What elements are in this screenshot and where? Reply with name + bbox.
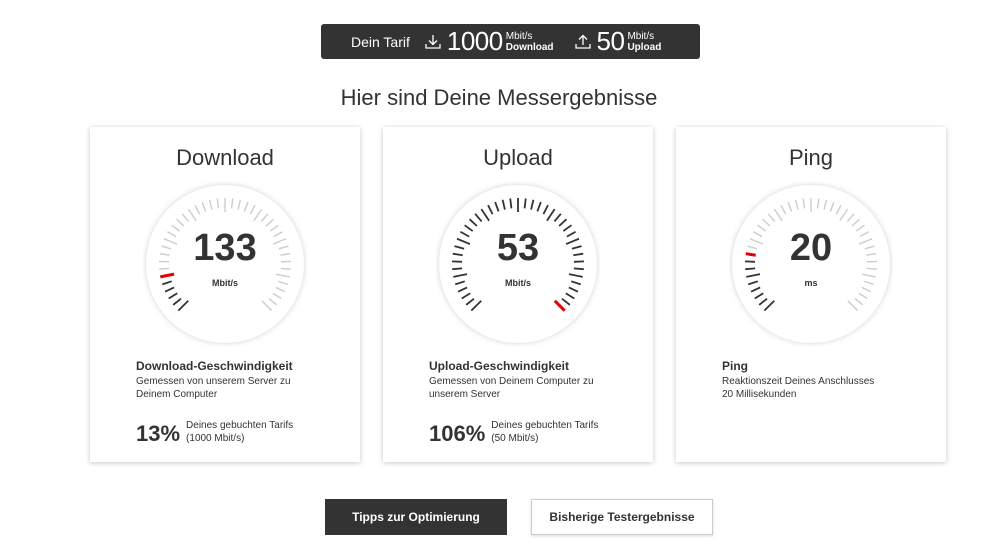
- upload-info-desc-2: unserem Server: [429, 389, 501, 400]
- gauge-tick: [509, 198, 513, 209]
- download-percent-row: 13% Deines gebuchten Tarifs (1000 Mbit/s…: [136, 419, 293, 447]
- upload-percent-desc-2: (50 Mbit/s): [491, 433, 539, 444]
- ping-info-desc-1: Reaktionszeit Deines Anschlusses: [722, 376, 875, 387]
- tarif-bar: Dein Tarif 1000 Mbit/s Download 50 Mbit/…: [321, 24, 700, 59]
- tarif-upload-unit-bottom: Upload: [627, 41, 662, 53]
- ping-unit: ms: [804, 278, 818, 288]
- download-card-title: Download: [176, 145, 274, 170]
- tarif-download-unit-bottom: Download: [505, 41, 554, 53]
- download-info-desc-1: Gemessen von unserem Server zu: [136, 376, 291, 387]
- upload-card-title: Upload: [483, 145, 553, 170]
- ping-gauge: 20 ms: [729, 182, 893, 346]
- gauge-tick: [523, 198, 527, 209]
- download-value: 133: [193, 227, 257, 269]
- tarif-download-unit: Mbit/s Download: [506, 31, 554, 53]
- upload-info-desc-1: Gemessen von Deinem Computer zu: [429, 376, 594, 387]
- download-unit: Mbit/s: [212, 278, 238, 288]
- download-percent-desc-2: (1000 Mbit/s): [186, 433, 245, 444]
- download-info: Download-Geschwindigkeit Gemessen von un…: [136, 359, 336, 401]
- upload-unit: Mbit/s: [505, 278, 531, 288]
- gauge-tick: [573, 267, 584, 271]
- download-info-title: Download-Geschwindigkeit: [136, 359, 293, 373]
- gauge-tick: [745, 267, 756, 271]
- upload-icon: [574, 33, 592, 51]
- tarif-upload-unit-top: Mbit/s: [627, 30, 655, 42]
- tarif-download: 1000 Mbit/s Download: [424, 24, 554, 59]
- tarif-download-value: 1000: [446, 26, 503, 56]
- download-percent: 13%: [136, 421, 181, 446]
- ping-info: Ping Reaktionszeit Deines Anschlusses 20…: [722, 359, 922, 401]
- upload-info-title: Upload-Geschwindigkeit: [429, 359, 570, 373]
- tips-button[interactable]: Tipps zur Optimierung: [325, 499, 507, 535]
- upload-card: Upload 53 Mbit/s Upload-Geschwindigkeit …: [383, 127, 653, 462]
- gauge-tick: [159, 267, 170, 270]
- download-percent-desc-1: Deines gebuchten Tarifs: [186, 420, 294, 431]
- ping-info-desc-2: 20 Millisekunden: [722, 389, 797, 400]
- tarif-upload: 50 Mbit/s Upload: [574, 24, 661, 59]
- download-percent-desc: Deines gebuchten Tarifs (1000 Mbit/s): [186, 419, 293, 445]
- gauge-tick: [452, 267, 463, 271]
- download-icon: [424, 33, 442, 51]
- history-button[interactable]: Bisherige Testergebnisse: [531, 499, 713, 535]
- download-gauge: 133 Mbit/s: [143, 182, 307, 346]
- gauge-tick: [866, 267, 877, 270]
- upload-value: 53: [496, 227, 540, 269]
- upload-percent-row: 106% Deines gebuchten Tarifs (50 Mbit/s): [429, 419, 598, 447]
- tarif-upload-value: 50: [596, 26, 625, 56]
- gauge-tick: [280, 267, 291, 270]
- upload-percent-desc-1: Deines gebuchten Tarifs: [491, 420, 599, 431]
- ping-info-title: Ping: [722, 359, 748, 373]
- upload-percent-desc: Deines gebuchten Tarifs (50 Mbit/s): [491, 419, 598, 445]
- ping-value: 20: [789, 227, 833, 269]
- tarif-upload-unit: Mbit/s Upload: [627, 31, 661, 53]
- page-title: Hier sind Deine Messergebnisse: [340, 85, 658, 110]
- ping-card-title: Ping: [788, 145, 834, 170]
- tarif-download-unit-top: Mbit/s: [505, 30, 533, 42]
- download-info-desc-2: Deinem Computer: [136, 389, 218, 400]
- upload-percent: 106%: [429, 421, 486, 446]
- download-card: Download 133 Mbit/s Download-Geschwindig…: [90, 127, 360, 462]
- upload-gauge: 53 Mbit/s: [436, 182, 600, 346]
- ping-card: Ping 20 ms Ping Reaktionszeit Deines Ans…: [676, 127, 946, 462]
- tarif-label: Dein Tarif: [351, 33, 410, 50]
- upload-info: Upload-Geschwindigkeit Gemessen von Dein…: [429, 359, 629, 401]
